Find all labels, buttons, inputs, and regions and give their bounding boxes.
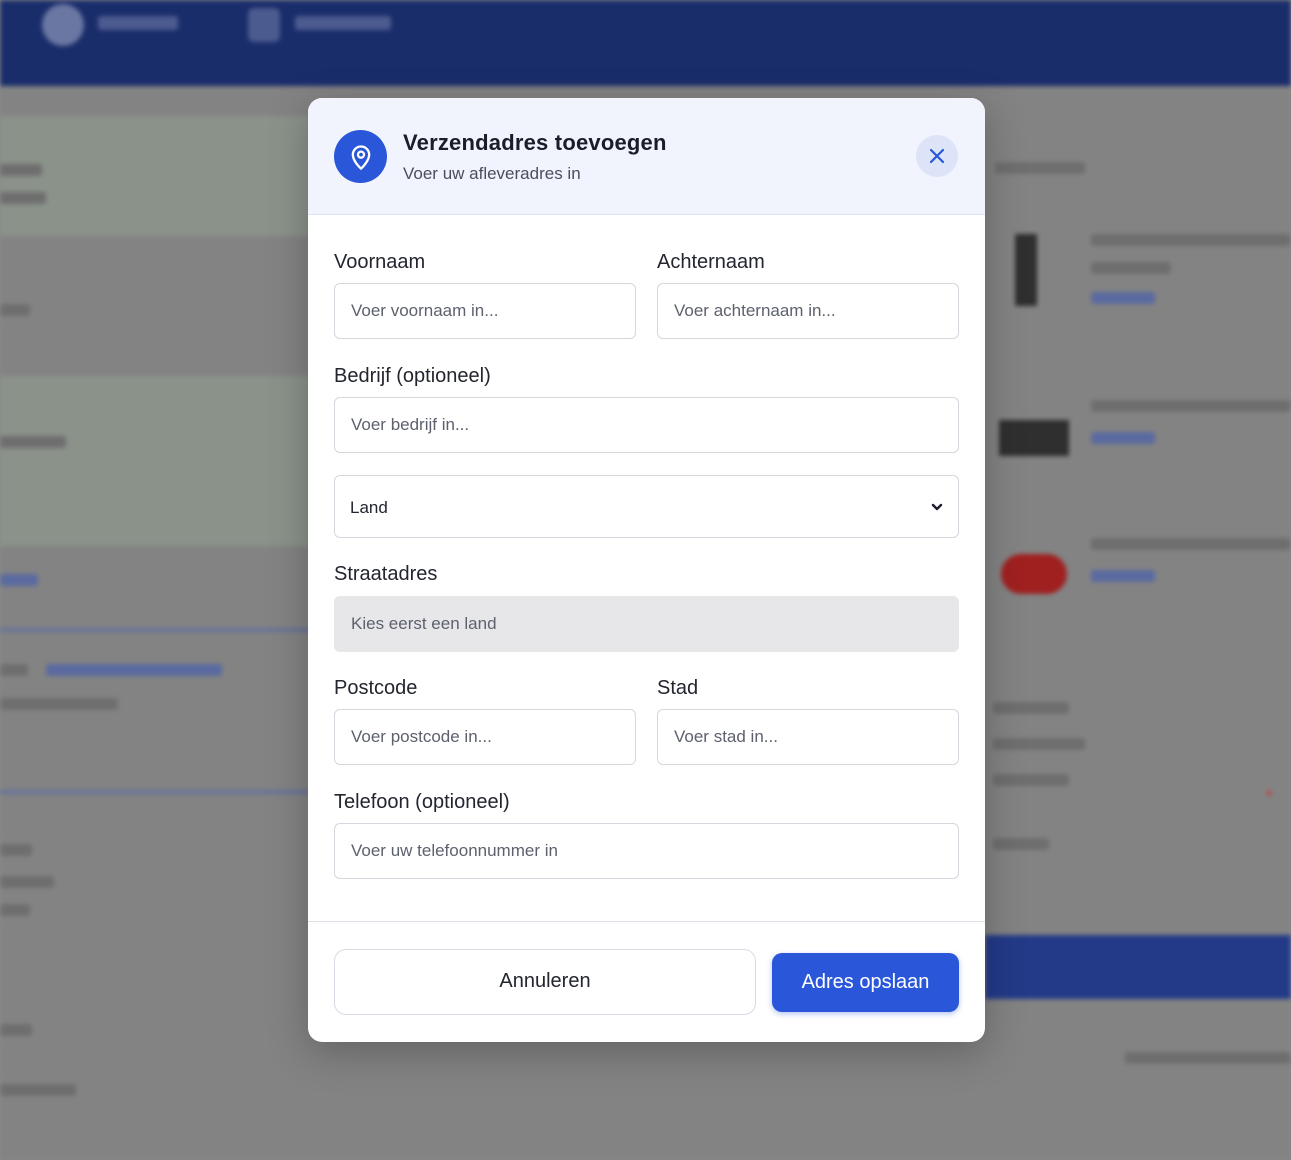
background-top-bar <box>0 0 1291 86</box>
first-name-label: Voornaam <box>334 251 426 273</box>
address-modal: Verzendadres toevoegen Voer uw afleverad… <box>308 98 985 1042</box>
modal-title: Verzendadres toevoegen <box>403 130 667 155</box>
city-label: Stad <box>657 677 699 699</box>
location-pin-icon <box>334 130 387 183</box>
close-icon <box>929 148 945 164</box>
country-select[interactable]: Land <box>334 475 959 538</box>
footer-divider <box>308 921 985 922</box>
background-nav-icon <box>42 4 84 46</box>
cancel-button[interactable]: Annuleren <box>334 949 756 1015</box>
first-name-input[interactable] <box>334 283 636 339</box>
phone-label: Telefoon (optioneel) <box>334 791 510 813</box>
company-input[interactable] <box>334 397 959 453</box>
company-label: Bedrijf (optioneel) <box>334 365 491 387</box>
street-input[interactable] <box>334 596 959 652</box>
postcode-input[interactable] <box>334 709 636 765</box>
chevron-down-icon <box>931 503 943 511</box>
background-checkout-bar <box>985 935 1291 999</box>
background-nav-icon <box>248 8 280 42</box>
modal-subtitle: Voer uw afleveradres in <box>403 164 581 183</box>
modal-header: Verzendadres toevoegen Voer uw afleverad… <box>308 98 985 215</box>
postcode-label: Postcode <box>334 677 418 699</box>
phone-input[interactable] <box>334 823 959 879</box>
last-name-input[interactable] <box>657 283 959 339</box>
save-address-button[interactable]: Adres opslaan <box>772 953 959 1012</box>
city-input[interactable] <box>657 709 959 765</box>
background-dot <box>1267 791 1271 795</box>
country-select-value: Land <box>350 498 388 517</box>
background-nav-text <box>98 16 178 30</box>
background-nav-text <box>295 16 391 30</box>
street-label: Straatadres <box>334 563 438 585</box>
close-button[interactable] <box>916 135 958 177</box>
background-left-column <box>0 86 310 1160</box>
last-name-label: Achternaam <box>657 251 765 273</box>
